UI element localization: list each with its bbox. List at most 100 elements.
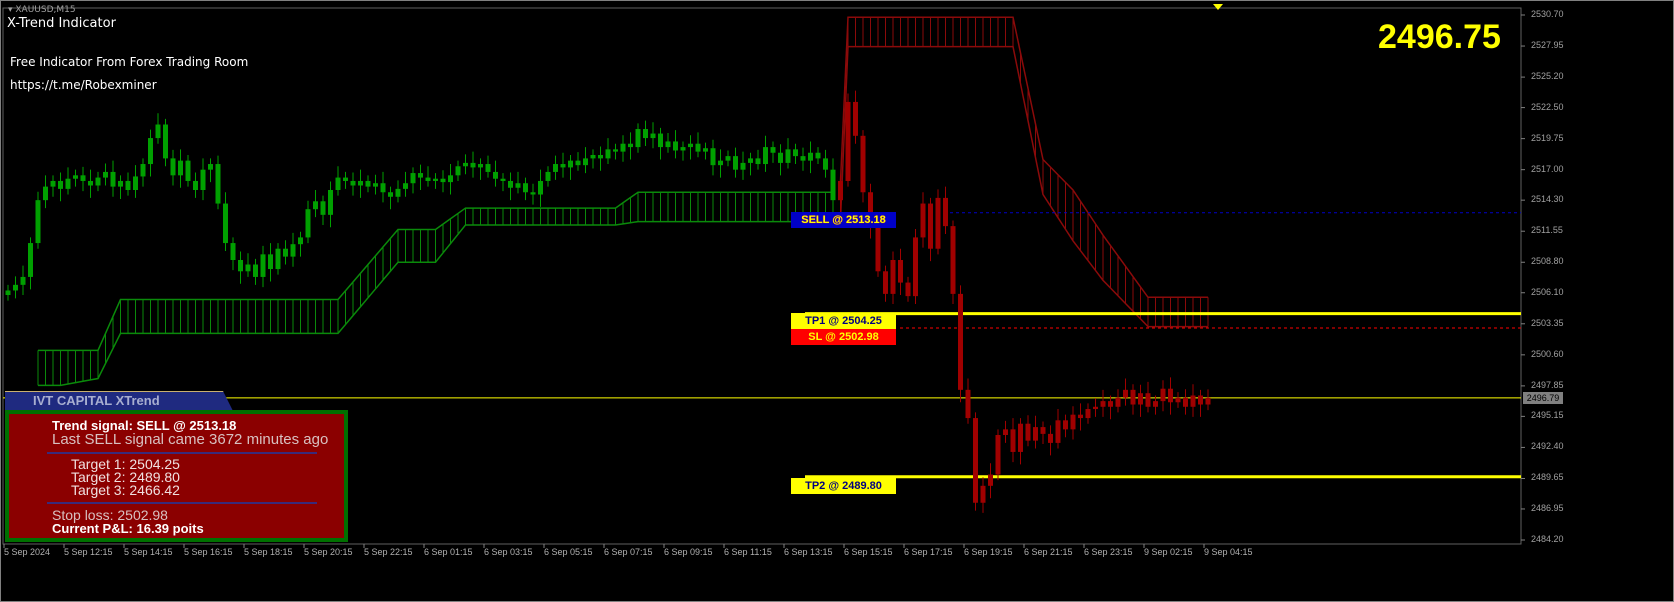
time-tick-label: 6 Sep 21:15 [1024,547,1073,557]
downtrend-band-upper [839,16,1208,299]
candle-body [268,254,273,270]
candle-body [163,124,168,159]
candle-body [860,135,866,193]
candle-body [448,175,453,183]
candle-body [905,282,911,297]
candle-body [125,180,131,190]
time-tick-label: 5 Sep 14:15 [124,547,173,557]
candle-body [88,180,93,186]
candle-body [373,183,378,187]
candle-body [1025,423,1031,441]
candle-body [748,158,753,163]
candle-body [890,260,896,294]
candle-body [815,152,821,159]
candle-body [590,155,596,159]
candle-body [950,226,956,294]
price-tick-label: 2525.20 [1531,71,1564,82]
candle-body [935,197,941,249]
panel-title: IVT CAPITAL XTrend [33,393,160,408]
price-tick-label: 2489.65 [1531,472,1564,483]
candle-body [800,156,806,161]
candle-body [223,203,228,244]
candle-body [58,180,63,189]
candle-body [1198,395,1203,405]
candle-body [1010,429,1016,452]
candle-body [808,152,813,161]
candle-body [680,147,686,151]
candle-body [688,143,693,148]
candle-body [403,183,408,189]
time-tick-label: 6 Sep 15:15 [844,547,893,557]
candle-body [530,192,536,195]
candle-body [313,201,318,210]
candle-body [898,260,903,283]
candle-body [463,162,468,167]
candle-body [1108,401,1113,407]
candle-body [725,156,731,161]
telegram-link[interactable]: https://t.me/Robexminer [10,78,157,92]
price-tick-label: 2530.70 [1531,9,1564,19]
candle-body [875,226,881,272]
time-tick-label: 9 Sep 04:15 [1204,547,1253,557]
candle-body [515,183,521,188]
candle-body [920,203,926,238]
candle-body [1190,395,1196,407]
candle-body [245,264,251,272]
candle-body [1123,389,1128,398]
time-tick-label: 6 Sep 09:15 [664,547,713,557]
current-pnl: Current P&L: 16.39 poits [52,521,204,536]
candle-body [133,176,138,190]
candle-body [703,148,708,152]
candle-body [545,171,551,181]
candle-body [155,124,161,139]
time-tick-label: 9 Sep 02:15 [1144,547,1193,557]
candle-body [1085,409,1091,419]
candle-body [1130,389,1136,405]
price-tick-label: 2495.15 [1531,410,1564,421]
candle-body [943,197,948,227]
candle-body [1145,393,1151,407]
candle-body [283,248,288,257]
price-tick-label: 2517.00 [1531,163,1564,174]
price-tick-label: 2522.50 [1531,101,1564,112]
candle-body [598,155,603,159]
shift-marker-icon[interactable] [1213,4,1223,10]
time-tick-label: 6 Sep 13:15 [784,547,833,557]
time-tick-label: 6 Sep 11:15 [724,547,772,557]
candle-body [260,254,266,277]
candle-body [478,164,483,168]
time-tick-label: 6 Sep 03:15 [484,547,533,557]
candle-body [838,180,843,201]
candle-body [1018,423,1023,452]
candle-body [178,160,183,176]
candle-body [628,143,633,148]
candle-body [380,183,386,193]
price-tick-label: 2511.55 [1531,225,1563,236]
candle-body [913,237,918,297]
candle-body [275,248,281,270]
candle-body [365,180,371,187]
candle-body [1168,388,1173,403]
candle-body [343,177,348,181]
candle-body [1070,414,1076,430]
last-signal: Last SELL signal came 3672 minutes ago [52,431,329,448]
candle-body [980,485,986,503]
candle-body [770,147,776,153]
price-tick-label: 2514.30 [1531,194,1564,205]
signal-panel: Trend signal: SELL @ 2513.18 Last SELL s… [5,410,348,542]
candle-body [103,171,108,178]
candle-body [1048,433,1053,443]
candle-body [823,158,828,170]
candle-body [785,149,791,163]
price-tick-label: 2484.20 [1531,534,1564,544]
candle-body [988,474,993,486]
candle-body [358,180,363,186]
candle-body [1153,401,1158,407]
candle-body [388,192,393,197]
price-tick-label: 2492.40 [1531,441,1564,452]
candle-body [185,160,191,181]
symbol-text: XAUUSD,M15 [15,5,76,15]
candle-body [193,180,198,190]
candle-body [643,129,648,139]
candle-body [568,160,573,168]
